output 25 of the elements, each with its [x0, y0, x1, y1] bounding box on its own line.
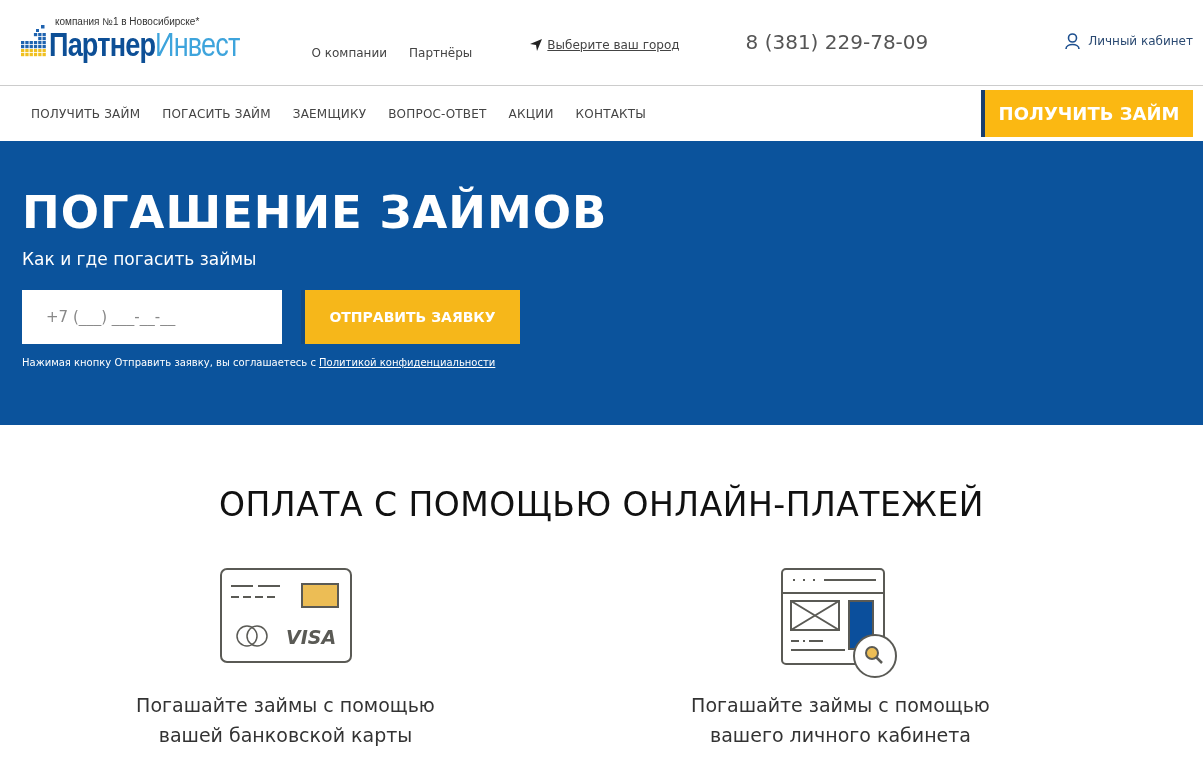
visa-label: VISA — [285, 626, 336, 648]
logo-squares-icon — [21, 25, 47, 57]
section-title: ОПЛАТА С ПОМОЩЬЮ ОНЛАЙН-ПЛАТЕЖЕЙ — [218, 485, 985, 524]
phone-field[interactable]: +7 (___) ___-__-__ — [22, 290, 282, 344]
nav-item[interactable]: ПОГАСИТЬ ЗАЙМ — [162, 106, 271, 121]
nav-item[interactable]: КОНТАКТЫ — [575, 106, 647, 121]
method-caption: Погашайте займы с помощью вашей банковской карты — [135, 693, 436, 748]
privacy-policy-link[interactable]: Политикой конфиденциальности — [319, 357, 496, 368]
hero-title: ПОГАШЕНИЕ ЗАЙМОВ — [22, 185, 609, 241]
nav-item[interactable]: ВОПРОС-ОТВЕТ — [388, 106, 487, 121]
nav-item[interactable]: ПОЛУЧИТЬ ЗАЙМ — [31, 106, 141, 121]
user-icon — [1065, 33, 1081, 49]
phone-number[interactable]: 8 (381) 229-78-09 — [745, 30, 929, 54]
city-link[interactable]: Выберите ваш город — [547, 38, 680, 52]
consent-text: Нажимая кнопку Отправить заявку, вы соглашаетесь с Политикой конфиденциальности — [22, 357, 497, 368]
top-link[interactable]: О компании — [311, 46, 388, 60]
hero-subtitle: Как и где погасить займы — [22, 249, 258, 269]
account-link[interactable]: Личный кабинет — [1088, 34, 1193, 48]
method-caption: Погашайте займы с помощью вашего личного кабинета — [690, 693, 991, 748]
nav-item[interactable]: АКЦИИ — [508, 106, 554, 121]
logo-text[interactable]: ПартнерИнвест — [49, 27, 240, 63]
location-arrow-icon — [530, 39, 543, 51]
logo-tagline: компания №1 в Новосибирске* — [55, 16, 201, 27]
top-link[interactable]: Партнёры — [409, 46, 473, 60]
nav-item[interactable]: ЗАЕМЩИКУ — [292, 106, 367, 121]
